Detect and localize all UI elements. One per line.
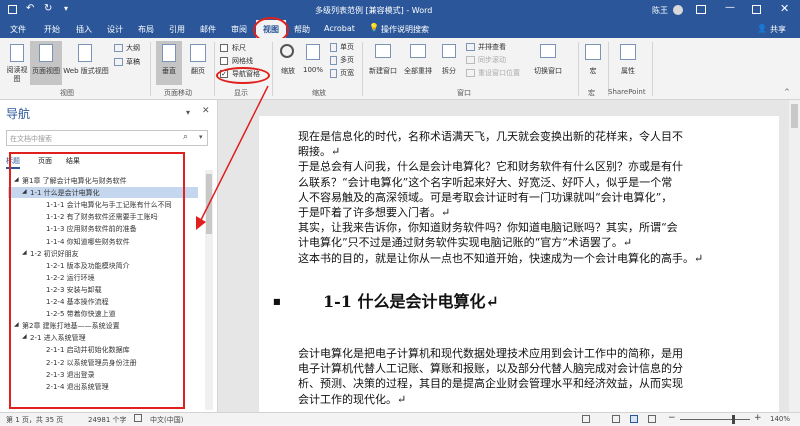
status-bar: 第 1 页，共 35 页 24981 个字 中文(中国) − + 140% bbox=[0, 412, 800, 426]
zoom-out-icon[interactable]: − bbox=[668, 413, 676, 423]
focus-mode-icon[interactable] bbox=[582, 415, 590, 423]
zoom-in-icon[interactable]: + bbox=[754, 413, 762, 423]
proofing-icon[interactable] bbox=[134, 414, 142, 422]
zoom-slider[interactable] bbox=[680, 419, 750, 420]
word-count[interactable]: 24981 个字 bbox=[88, 415, 127, 425]
read-mode-view-icon[interactable] bbox=[612, 415, 620, 423]
zoom-slider-thumb[interactable] bbox=[732, 415, 735, 424]
web-layout-view-icon[interactable] bbox=[648, 415, 656, 423]
zoom-level[interactable]: 140% bbox=[770, 415, 790, 423]
language[interactable]: 中文(中国) bbox=[150, 415, 183, 425]
print-layout-view-icon[interactable] bbox=[630, 415, 638, 423]
annotation-arrow bbox=[196, 85, 269, 230]
page-count[interactable]: 第 1 页，共 35 页 bbox=[6, 415, 63, 425]
